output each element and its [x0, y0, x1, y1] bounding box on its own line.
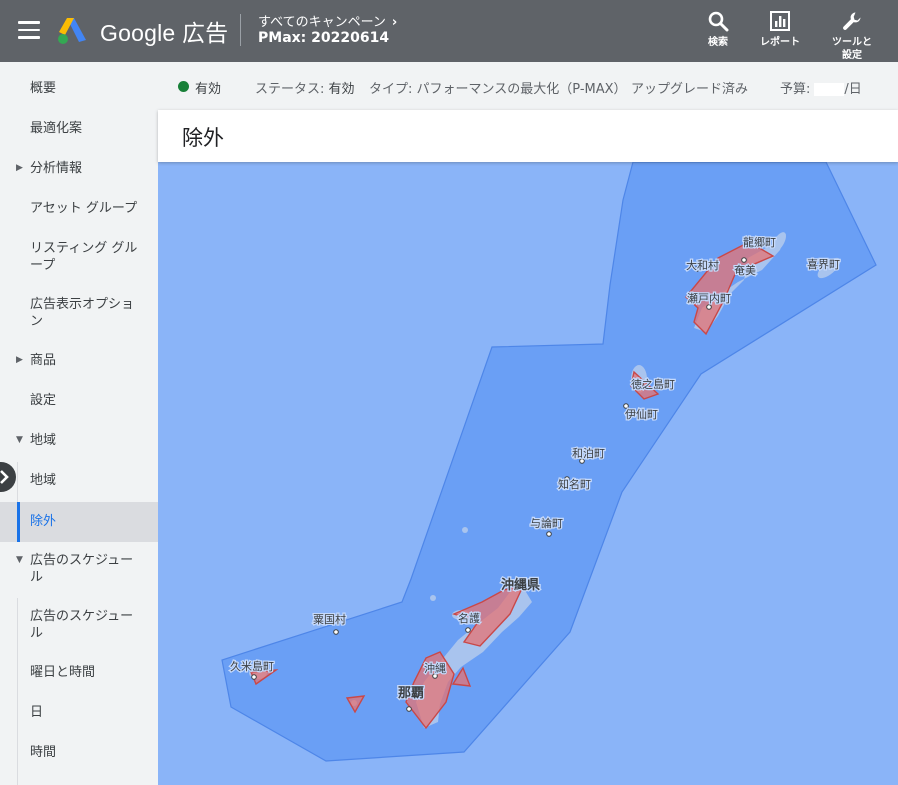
header-divider [240, 14, 241, 46]
sidebar-item-day[interactable]: 日 [0, 704, 158, 724]
map-label-yoron: 与論町 [530, 516, 563, 530]
sidebar-item-label: 商品 [30, 353, 57, 368]
left-navigation: 概要 最適化案 ▶ 分析情報 アセット グループ リスティング グループ 広告表示… [0, 62, 158, 785]
caret-down-icon: ▼ [16, 435, 23, 445]
active-indicator [17, 502, 20, 542]
sidebar-item-day-and-time[interactable]: 曜日と時間 [0, 664, 158, 684]
map-label-tatsugo: 龍郷町 [743, 235, 776, 249]
status-enabled-icon [178, 81, 189, 92]
map-label-china: 知名町 [558, 477, 591, 491]
status-info: ステータス: 有効 [255, 78, 355, 97]
reports-button[interactable]: レポート [750, 10, 810, 49]
caret-down-icon: ▼ [16, 555, 23, 565]
upgrade-status: アップグレード済み [631, 82, 749, 97]
sidebar-item-insights[interactable]: ▶ 分析情報 [0, 160, 158, 180]
breadcrumb-all-campaigns[interactable]: すべてのキャンペーン › [258, 11, 397, 30]
sidebar-item-locations-group[interactable]: ▼ 地域 [0, 432, 158, 452]
sidebar-item-label: 広告のスケジュール [30, 553, 134, 585]
sidebar-item-label: 地域 [30, 473, 57, 488]
sidebar-item-label: 地域 [30, 433, 57, 448]
caret-right-icon: ▶ [16, 163, 23, 173]
page-title: 除外 [182, 126, 224, 150]
chevron-right-icon: › [391, 15, 398, 30]
bar-chart-icon [770, 11, 790, 31]
map-label-isen: 伊仙町 [625, 408, 658, 421]
campaign-status-bar: 有効 ステータス: 有効 タイプ: パフォーマンスの最大化（P-MAX） アップ… [158, 62, 898, 110]
sidebar-item-label: 曜日と時間 [30, 665, 96, 680]
map-label-naha: 那覇 [398, 686, 424, 701]
collapse-sidebar-button[interactable] [0, 462, 16, 492]
budget-suffix: /日 [844, 82, 862, 97]
sidebar-item-label: アセット グループ [30, 201, 138, 216]
product-name: Google 広告 [100, 20, 229, 46]
caret-right-icon: ▶ [16, 355, 23, 365]
sidebar-item-label: 分析情報 [30, 161, 83, 176]
search-icon [708, 11, 729, 32]
status-dropdown[interactable]: 有効 [195, 78, 221, 97]
map-label-amami: 奄美 [734, 263, 756, 277]
map-label-nago: 名護 [458, 611, 480, 625]
reports-label: レポート [760, 37, 800, 48]
type-label: タイプ: [369, 82, 413, 97]
top-app-bar: Google 広告 すべてのキャンペーン › PMax: 20220614 検索 … [0, 0, 898, 62]
sidebar-item-settings[interactable]: 設定 [0, 392, 158, 412]
status-value: 有効 [328, 82, 355, 97]
tools-settings-label: ツールと設定 [832, 37, 872, 61]
search-label: 検索 [708, 37, 728, 48]
sidebar-item-label: 最適化案 [30, 121, 83, 136]
sidebar-item-label: 広告のスケジュール [30, 609, 134, 641]
sidebar-item-listing-groups[interactable]: リスティング グループ [0, 240, 158, 276]
sidebar-item-ad-schedule-group[interactable]: ▼ 広告のスケジュール [0, 552, 158, 588]
budget-label: 予算: [780, 82, 811, 97]
sidebar-item-label: 広告表示オプション [30, 297, 135, 329]
sidebar-item-label: 除外 [30, 514, 57, 529]
sidebar-item-ad-extensions[interactable]: 広告表示オプション [0, 296, 158, 332]
menu-icon[interactable] [18, 21, 40, 39]
budget-info[interactable]: 予算: /日 [780, 78, 862, 97]
tools-settings-button[interactable]: ツールと設定 [822, 10, 882, 62]
map-label-kumejima: 久米島町 [230, 659, 274, 673]
budget-redacted [814, 83, 845, 96]
map-label-wadomari: 和泊町 [572, 447, 605, 460]
status-label: ステータス: [255, 82, 325, 97]
sidebar-item-label: 概要 [30, 81, 57, 96]
map-label-kikai: 喜界町 [807, 258, 840, 271]
wrench-icon [843, 12, 861, 30]
breadcrumb-label: すべてのキャンペーン [258, 15, 386, 30]
sidebar-item-locations[interactable]: 地域 [0, 472, 158, 492]
sidebar-item-label: 時間 [30, 745, 57, 760]
chevron-right-icon [0, 470, 9, 484]
sidebar-item-ad-schedule[interactable]: 広告のスケジュール [0, 608, 158, 644]
sidebar-item-products[interactable]: ▶ 商品 [0, 352, 158, 372]
google-ads-logo-icon [58, 18, 86, 44]
map-label-okinawa-city: 沖縄 [424, 661, 446, 675]
map-label-setouchi: 瀬戸内町 [687, 291, 731, 305]
map-label-yamato: 大和村 [686, 258, 719, 272]
sidebar-item-label: リスティング グループ [30, 241, 138, 273]
sidebar-item-exclusions[interactable]: 除外 [0, 502, 158, 542]
sidebar-item-recommendations[interactable]: 最適化案 [0, 120, 158, 140]
sidebar-item-label: 日 [30, 705, 44, 720]
search-button[interactable]: 検索 [688, 10, 748, 49]
sidebar-item-hour[interactable]: 時間 [0, 744, 158, 764]
map-label-okinawa-prefecture: 沖縄県 [501, 577, 540, 593]
campaign-name: PMax: 20220614 [258, 30, 390, 46]
location-map[interactable]: 龍郷町 大和村 奄美 喜界町 瀬戸内町 徳之島町 伊仙町 和泊町 知名町 与論町… [158, 162, 898, 785]
map-label-tokunoshima: 徳之島町 [631, 377, 675, 391]
sidebar-item-label: 設定 [30, 393, 57, 408]
type-value: パフォーマンスの最大化（P-MAX） [416, 82, 627, 97]
map-label-aguni: 粟国村 [313, 612, 346, 626]
type-info: タイプ: パフォーマンスの最大化（P-MAX） [369, 78, 627, 97]
map-canvas[interactable]: 龍郷町 大和村 奄美 喜界町 瀬戸内町 徳之島町 伊仙町 和泊町 知名町 与論町… [158, 162, 898, 785]
page-header: 除外 [158, 110, 898, 162]
sidebar-item-overview[interactable]: 概要 [0, 80, 158, 100]
sidebar-item-asset-groups[interactable]: アセット グループ [0, 200, 158, 220]
